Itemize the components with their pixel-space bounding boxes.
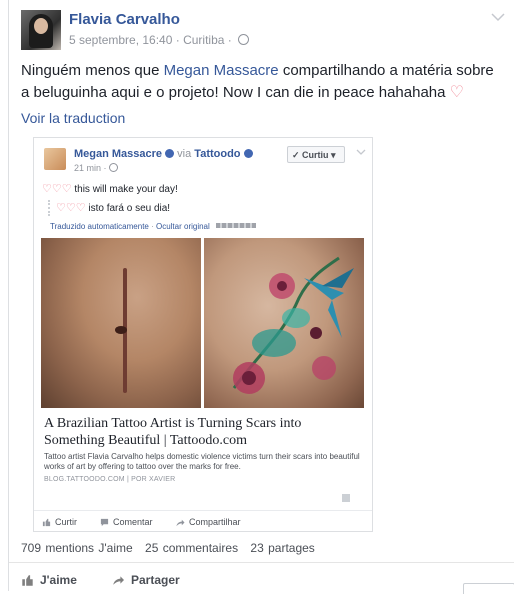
chevron-down-icon[interactable]: [356, 148, 366, 156]
post-stats: 709 mentions J'aime 25 commentaires 23 p…: [21, 541, 323, 555]
rating-dots: [216, 223, 257, 228]
like-button[interactable]: J'aime: [21, 573, 77, 587]
verified-badge-icon: [243, 149, 253, 158]
translated-text-content: isto fará o seu dia!: [88, 203, 171, 214]
post-text: Ninguém menos que Megan Massacre compart…: [21, 60, 501, 104]
share-icon: [113, 576, 124, 585]
comment-icon: [100, 518, 109, 526]
like-label: J'aime: [40, 573, 77, 587]
shared-share-button[interactable]: Compartilhar: [175, 517, 241, 527]
shared-page-name[interactable]: Tattoodo: [194, 148, 240, 160]
flag-icon[interactable]: [342, 494, 350, 502]
link-preview-image[interactable]: [41, 238, 364, 408]
shared-post-text: ♡♡♡ this will make your day!: [42, 182, 178, 195]
navel: [115, 326, 127, 334]
post-author-name[interactable]: Flavia Carvalho: [69, 11, 180, 28]
post-actions-bar: J'aime Partager: [9, 562, 514, 592]
shared-post: Megan Massacre via Tattoodo 21 min · ✓ C…: [33, 137, 373, 532]
share-icon: [176, 519, 185, 526]
liked-page-button[interactable]: ✓ Curtiu ▾: [287, 146, 345, 163]
post-meta: 5 septembre, 16:40 · Curitiba ·: [69, 33, 250, 47]
link-author: POR XAVIER: [131, 476, 176, 483]
shared-header: Megan Massacre via Tattoodo: [74, 148, 253, 160]
hearts-emoji: ♡♡♡: [56, 202, 86, 214]
see-translation-link[interactable]: Voir la traduction: [21, 110, 125, 126]
verified-badge-icon: [165, 149, 175, 158]
shared-time[interactable]: 21 min ·: [74, 163, 119, 173]
share-label: Partager: [131, 573, 180, 587]
thumbs-up-icon: [42, 518, 51, 526]
likes-count[interactable]: 709 mentions J'aime: [21, 541, 133, 555]
chevron-down-icon[interactable]: [491, 12, 505, 22]
via-label: via: [177, 148, 192, 160]
auto-translated-label[interactable]: Traduzido automaticamente: [50, 222, 149, 231]
shared-comment-button[interactable]: Comentar: [100, 517, 153, 527]
shared-author-name[interactable]: Megan Massacre: [74, 148, 162, 160]
scar-photo: [41, 238, 201, 408]
shared-share-label: Compartilhar: [189, 517, 241, 527]
tattoo-photo: [204, 238, 364, 408]
heart-emoji: ♡: [449, 84, 465, 101]
globe-icon[interactable]: [238, 34, 250, 45]
tattoo-art: [232, 256, 354, 394]
comment-box-edge[interactable]: [463, 583, 514, 594]
shared-like-label: Curtir: [55, 517, 77, 527]
link-title[interactable]: A Brazilian Tattoo Artist is Turning Sca…: [44, 415, 364, 449]
globe-icon: [109, 163, 119, 172]
meta-separator: ·: [227, 33, 232, 47]
link-description: Tattoo artist Flavia Carvalho helps dome…: [44, 452, 360, 471]
shared-time-text: 21 min: [74, 163, 102, 173]
shared-like-button[interactable]: Curtir: [42, 517, 77, 527]
post-text-part: Ninguém menos que: [21, 62, 164, 79]
hearts-emoji: ♡♡♡: [42, 183, 72, 195]
post-card: Flavia Carvalho 5 septembre, 16:40 · Cur…: [8, 0, 514, 594]
shared-author-avatar[interactable]: [44, 148, 66, 170]
avatar-face: [34, 18, 48, 34]
meta-separator: ·: [175, 33, 180, 47]
thumbs-up-icon: [22, 574, 33, 586]
comments-count[interactable]: 25 commentaires: [145, 541, 238, 555]
shared-comment-label: Comentar: [113, 517, 153, 527]
translation-note: Traduzido automaticamente · Ocultar orig…: [50, 222, 257, 231]
shared-text: this will make your day!: [74, 184, 178, 195]
link-domain: BLOG.TATTOODO.COM: [44, 476, 125, 483]
translated-text: ♡♡♡ isto fará o seu dia!: [48, 200, 170, 216]
author-avatar[interactable]: [21, 10, 61, 50]
mention-link[interactable]: Megan Massacre: [164, 62, 279, 79]
post-date[interactable]: 5 septembre, 16:40: [69, 33, 172, 47]
share-button[interactable]: Partager: [111, 573, 180, 587]
link-source: BLOG.TATTOODO.COM | POR XAVIER: [44, 476, 176, 483]
liked-button-label: Curtiu: [302, 150, 329, 160]
shared-actions-bar: Curtir Comentar Compartilhar: [34, 510, 372, 531]
hide-original-link[interactable]: Ocultar original: [156, 222, 210, 231]
shares-count[interactable]: 23 partages: [250, 541, 314, 555]
post-location[interactable]: Curitiba: [183, 33, 224, 47]
